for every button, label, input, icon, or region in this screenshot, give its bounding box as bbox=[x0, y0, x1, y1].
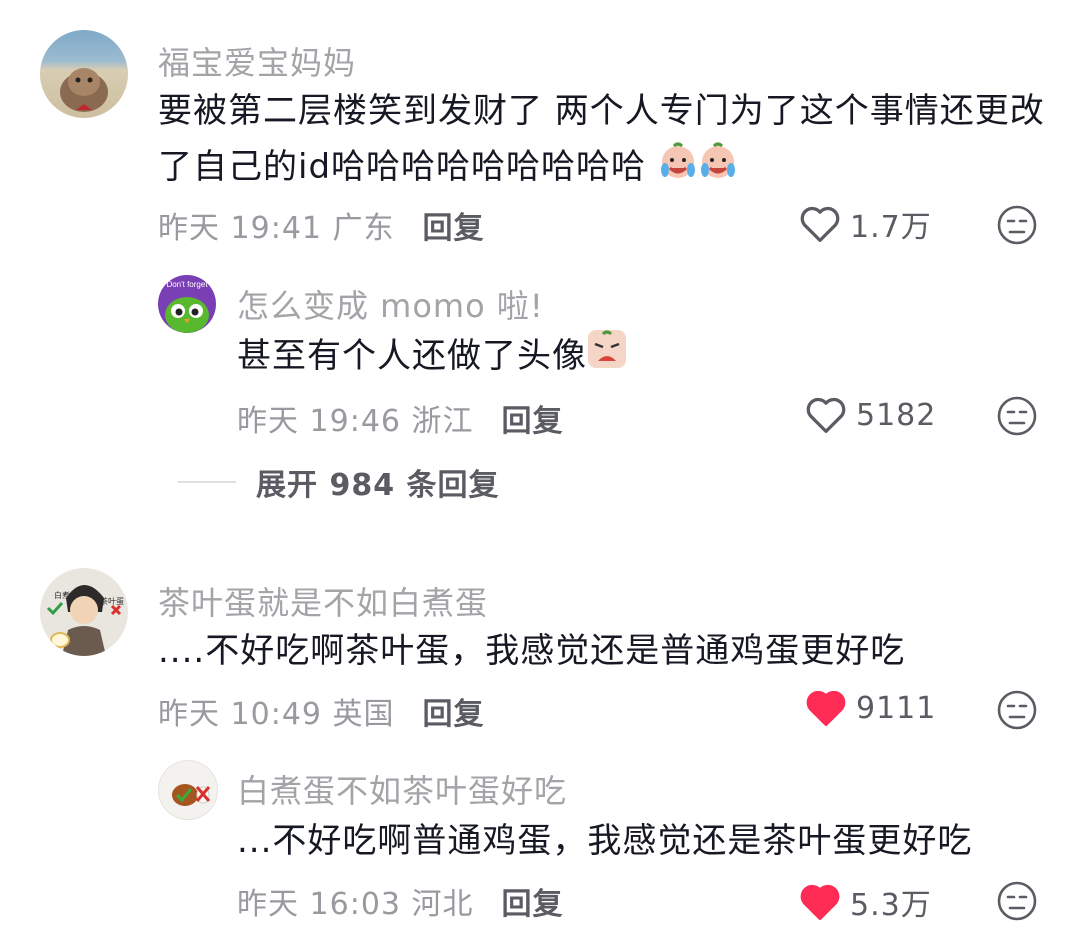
comment-text-line: 了自己的id哈哈哈哈哈哈哈哈哈 bbox=[158, 138, 738, 198]
username[interactable]: 福宝爱宝妈妈 bbox=[158, 38, 356, 84]
username[interactable]: 白煮蛋不如茶叶蛋好吃 bbox=[237, 766, 567, 812]
like-count: 1.7万 bbox=[850, 210, 932, 245]
comment-text-line: 要被第二层楼笑到发财了 两个人专门为了这个事情还更改 bbox=[158, 91, 1045, 131]
owl-avatar-icon: Don't forget bbox=[165, 280, 209, 333]
expand-replies-button[interactable]: 展开 984 条回复 bbox=[178, 460, 500, 504]
divider bbox=[178, 481, 236, 483]
timestamp-location: 昨天 19:41 广东 bbox=[158, 211, 395, 246]
heart-filled-icon bbox=[806, 690, 846, 726]
timestamp-location: 昨天 10:49 英国 bbox=[158, 697, 395, 732]
avatar-caption: Don't forget bbox=[166, 280, 208, 289]
comment-meta: 昨天 10:49 英国 回复 bbox=[158, 689, 485, 733]
tea-egg-avatar-icon bbox=[172, 784, 211, 806]
comment-text: 了自己的id哈哈哈哈哈哈哈哈哈 bbox=[158, 147, 647, 187]
heart-outline-icon bbox=[800, 206, 840, 242]
username[interactable]: 怎么变成 momo 啦! bbox=[237, 281, 544, 327]
expand-replies-label: 展开 984 条回复 bbox=[256, 468, 500, 503]
like-count: 9111 bbox=[856, 690, 937, 726]
neutral-face-icon[interactable] bbox=[996, 395, 1038, 437]
avatar[interactable]: Don't forget bbox=[158, 275, 216, 333]
neutral-face-icon[interactable] bbox=[996, 689, 1038, 731]
crying-laugh-emoji-icon bbox=[698, 140, 738, 198]
username[interactable]: 茶叶蛋就是不如白煮蛋 bbox=[158, 578, 488, 624]
comment-meta: 昨天 16:03 河北 回复 bbox=[237, 879, 564, 923]
heart-filled-icon bbox=[800, 884, 840, 920]
comment-meta: 昨天 19:46 浙江 回复 bbox=[237, 396, 564, 440]
like-button[interactable]: 9111 bbox=[804, 688, 936, 728]
neutral-face-icon[interactable] bbox=[996, 204, 1038, 246]
comment-text: 甚至有个人还做了头像 bbox=[237, 336, 587, 376]
like-count: 5182 bbox=[856, 397, 937, 433]
reply-button[interactable]: 回复 bbox=[423, 689, 485, 733]
avatar[interactable]: 白煮蛋 茶叶蛋 bbox=[40, 568, 128, 656]
like-count: 5.3万 bbox=[850, 888, 932, 923]
comment-meta: 昨天 19:41 广东 回复 bbox=[158, 203, 485, 247]
avatar[interactable] bbox=[158, 760, 218, 820]
timestamp-location: 昨天 19:46 浙江 bbox=[237, 404, 474, 439]
reply-button[interactable]: 回复 bbox=[502, 396, 564, 440]
reply-button[interactable]: 回复 bbox=[502, 879, 564, 923]
like-button[interactable]: 1.7万 bbox=[798, 202, 932, 246]
hamster-avatar-icon bbox=[60, 68, 108, 112]
comment-text-line: ....不好吃啊茶叶蛋，我感觉还是普通鸡蛋更好吃 bbox=[158, 631, 906, 671]
angry-cry-emoji-icon bbox=[587, 328, 627, 388]
like-button[interactable]: 5.3万 bbox=[798, 880, 932, 924]
heart-outline-icon bbox=[806, 397, 846, 433]
anime-boy-avatar-icon: 白煮蛋 茶叶蛋 bbox=[46, 585, 124, 656]
crying-laugh-emoji-icon bbox=[658, 140, 698, 198]
comment-text-line: 甚至有个人还做了头像 bbox=[237, 327, 627, 388]
neutral-face-icon[interactable] bbox=[996, 880, 1038, 922]
avatar[interactable] bbox=[40, 30, 128, 118]
like-button[interactable]: 5182 bbox=[804, 395, 936, 435]
timestamp-location: 昨天 16:03 河北 bbox=[237, 887, 474, 922]
comment-text-line: ...不好吃啊普通鸡蛋，我感觉还是茶叶蛋更好吃 bbox=[237, 821, 973, 861]
reply-button[interactable]: 回复 bbox=[423, 203, 485, 247]
